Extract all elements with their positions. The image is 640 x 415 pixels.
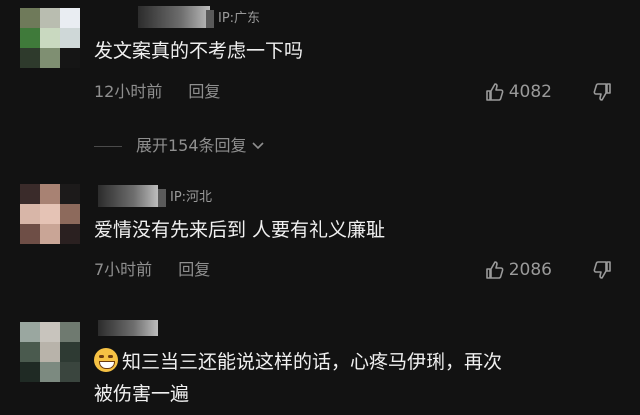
avatar[interactable] — [20, 8, 80, 68]
avatar-pixel — [60, 184, 80, 204]
comment-meta: 12小时前 回复 — [94, 82, 220, 102]
chevron-down-icon — [251, 142, 264, 150]
avatar-pixel — [40, 362, 60, 382]
comment-text: 知三当三还能说这样的话，心疼马伊琍，再次 被伤害一遍 — [94, 346, 502, 410]
like-count: 2086 — [508, 260, 552, 280]
like-button[interactable]: 2086 — [485, 260, 552, 280]
comment-text-line-2: 被伤害一遍 — [94, 383, 190, 405]
avatar-pixel — [60, 322, 80, 342]
comment-time: 12小时前 — [94, 82, 163, 101]
avatar-pixel — [40, 224, 60, 244]
avatar-pixel — [20, 28, 40, 48]
ip-location: IP:广东 — [205, 10, 260, 28]
avatar-pixel — [60, 204, 80, 224]
reply-button[interactable]: 回复 — [188, 82, 220, 101]
avatar-pixel — [20, 322, 40, 342]
reply-button[interactable]: 回复 — [178, 260, 210, 279]
avatar-pixel — [20, 362, 40, 382]
comment-text-line-1: 知三当三还能说这样的话，心疼马伊琍，再次 — [122, 351, 503, 373]
grinning-sweat-emoji-icon — [94, 348, 118, 372]
ip-location: IP:河北 — [157, 189, 212, 207]
username-redacted[interactable] — [98, 320, 158, 336]
comment-text: 爱情没有先来后到 人要有礼义廉耻 — [94, 219, 386, 241]
avatar-pixel — [20, 342, 40, 362]
like-count: 4082 — [508, 82, 552, 102]
avatar-pixel — [20, 48, 40, 68]
avatar-pixel — [40, 8, 60, 28]
avatar-pixel — [60, 362, 80, 382]
comment-meta: 7小时前 回复 — [94, 260, 210, 280]
thumbs-down-icon[interactable] — [592, 82, 612, 102]
avatar-pixel — [40, 184, 60, 204]
avatar-pixel — [20, 184, 40, 204]
avatar-pixel — [40, 342, 60, 362]
avatar-pixel — [40, 48, 60, 68]
username-redacted[interactable] — [138, 6, 210, 28]
username-redacted[interactable] — [98, 185, 158, 207]
like-button[interactable]: 4082 — [485, 82, 552, 102]
avatar-pixel — [20, 204, 40, 224]
avatar[interactable] — [20, 184, 80, 244]
avatar-pixel — [40, 28, 60, 48]
avatar-pixel — [60, 48, 80, 68]
avatar-pixel — [60, 342, 80, 362]
expand-replies-button[interactable]: 展开154条回复 — [94, 136, 266, 156]
divider — [94, 145, 122, 147]
avatar-pixel — [60, 8, 80, 28]
avatar-pixel — [40, 204, 60, 224]
avatar[interactable] — [20, 322, 80, 382]
avatar-pixel — [60, 224, 80, 244]
comment-text: 发文案真的不考虑一下吗 — [94, 40, 304, 62]
expand-replies-label: 展开154条回复 — [136, 136, 247, 155]
thumbs-up-icon — [485, 261, 504, 279]
thumbs-down-icon[interactable] — [592, 260, 612, 280]
thumbs-up-icon — [485, 83, 504, 101]
avatar-pixel — [40, 322, 60, 342]
comment-time: 7小时前 — [94, 260, 153, 279]
avatar-pixel — [20, 8, 40, 28]
avatar-pixel — [20, 224, 40, 244]
avatar-pixel — [60, 28, 80, 48]
